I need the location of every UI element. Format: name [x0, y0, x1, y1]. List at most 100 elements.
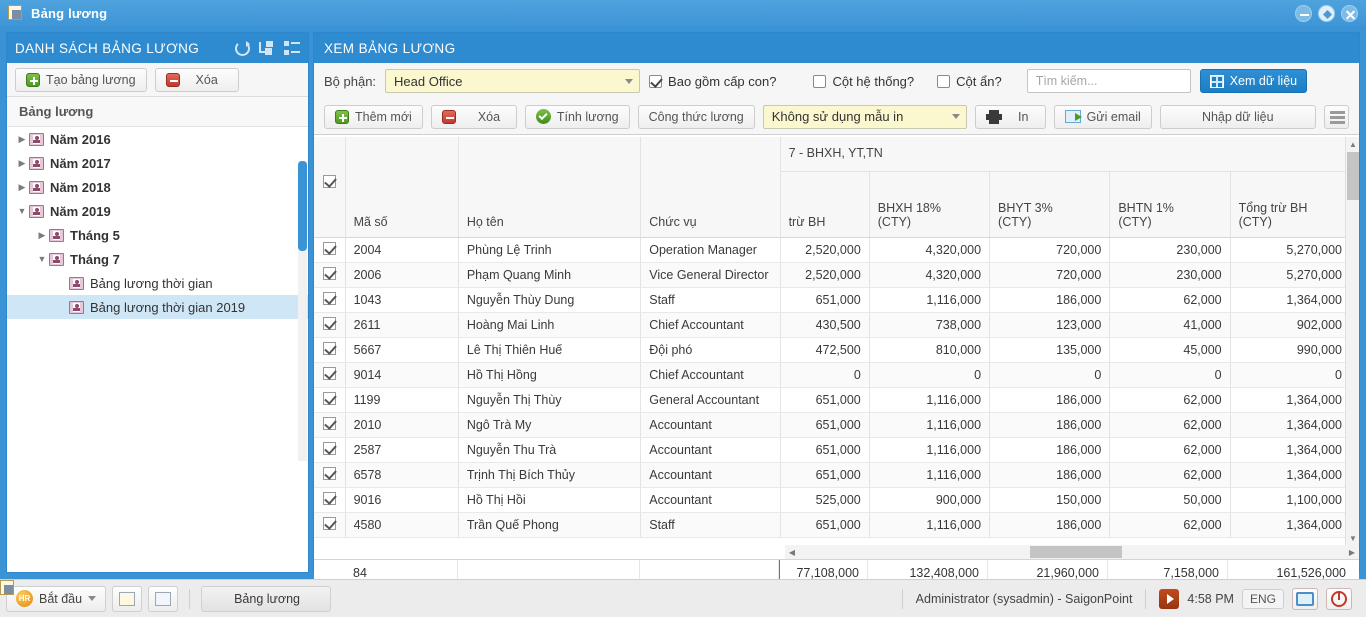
- col-header-code[interactable]: Mã số: [345, 137, 459, 238]
- row-checkbox[interactable]: [314, 387, 346, 413]
- tree-scrollbar[interactable]: [298, 161, 307, 461]
- table-row[interactable]: 2587 Nguyễn Thu Trà Accountant 651,000 1,116…: [314, 437, 1352, 463]
- tree-node[interactable]: ▶ Tháng 5: [7, 223, 308, 247]
- chevron-down-icon[interactable]: ▼: [35, 254, 49, 264]
- chevron-right-icon[interactable]: ▶: [35, 230, 49, 241]
- chevron-right-icon[interactable]: ▶: [15, 182, 29, 193]
- tree-node-label: Tháng 7: [70, 251, 120, 267]
- row-checkbox[interactable]: [314, 312, 346, 338]
- list-shortcut-icon[interactable]: [148, 585, 179, 612]
- power-button[interactable]: [1326, 587, 1352, 610]
- minimize-button[interactable]: [1295, 5, 1312, 22]
- table-row[interactable]: 6578 Trịnh Thị Bích Thủy Accountant 651,000…: [314, 462, 1352, 488]
- view-data-button[interactable]: Xem dữ liệu: [1199, 69, 1308, 93]
- delete-row-button[interactable]: Xóa: [430, 104, 517, 129]
- delete-payroll-button[interactable]: Xóa: [154, 67, 239, 92]
- hidden-columns-checkbox[interactable]: Cột ẩn?: [937, 74, 1002, 89]
- col-header-name[interactable]: Họ tên: [458, 137, 642, 238]
- col-header-bhxh[interactable]: BHXH 18% (CTY): [869, 171, 991, 238]
- tree-node-label: Năm 2017: [50, 155, 111, 171]
- col-header-bhtn[interactable]: BHTN 1% (CTY): [1109, 171, 1231, 238]
- scroll-down-icon[interactable]: ▼: [1346, 531, 1360, 545]
- col-header-bhyt[interactable]: BHYT 3% (CTY): [989, 171, 1111, 238]
- table-row[interactable]: 2004 Phùng Lệ Trinh Operation Manager 2,520…: [314, 237, 1352, 263]
- chevron-right-icon[interactable]: ▶: [15, 158, 29, 169]
- checkbox-icon: [322, 466, 336, 480]
- table-row[interactable]: 4580 Trần Quế Phong Staff 651,000 1,116,000 1…: [314, 512, 1352, 538]
- col-header-position[interactable]: Chức vụ: [640, 137, 781, 238]
- send-email-button[interactable]: Gửi email: [1053, 104, 1152, 129]
- chevron-down-icon[interactable]: ▼: [15, 206, 29, 216]
- print-template-value: Không sử dụng mẫu in: [771, 109, 904, 124]
- table-row[interactable]: 1199 Nguyễn Thị Thùy General Accountant 651…: [314, 387, 1352, 413]
- cell-position: Accountant: [640, 412, 781, 438]
- tree-node[interactable]: ▶ Năm 2018: [7, 175, 308, 199]
- row-checkbox[interactable]: [314, 287, 346, 313]
- monitor-button[interactable]: [1292, 587, 1318, 610]
- col-header-tong[interactable]: Tổng trừ BH (CTY): [1230, 171, 1352, 238]
- cell-name: Trịnh Thị Bích Thủy: [458, 462, 642, 488]
- print-button[interactable]: In: [975, 104, 1046, 129]
- chevron-right-icon[interactable]: ▶: [15, 134, 29, 145]
- search-input[interactable]: Tìm kiếm...: [1026, 69, 1191, 93]
- scroll-left-icon[interactable]: ◀: [785, 545, 799, 559]
- row-checkbox[interactable]: [314, 237, 346, 263]
- scroll-right-icon[interactable]: ▶: [1345, 545, 1359, 559]
- table-row[interactable]: 2010 Ngô Trà My Accountant 651,000 1,116,000…: [314, 412, 1352, 438]
- select-all-header[interactable]: [314, 137, 346, 238]
- table-row[interactable]: 9016 Hồ Thị Hồi Accountant 525,000 900,000 15…: [314, 487, 1352, 513]
- row-checkbox[interactable]: [314, 262, 346, 288]
- tree-node[interactable]: Bảng lương thời gian: [7, 271, 308, 295]
- table-row[interactable]: 5667 Lê Thị Thiên Huế Đội phó 472,500 810,00…: [314, 337, 1352, 363]
- tree-node[interactable]: ▶ Năm 2017: [7, 151, 308, 175]
- table-row[interactable]: 1043 Nguyễn Thùy Dung Staff 651,000 1,116,00…: [314, 287, 1352, 313]
- close-button[interactable]: [1341, 5, 1358, 22]
- window-title: Bảng lương: [31, 5, 108, 21]
- tree-node[interactable]: ▶ Năm 2016: [7, 127, 308, 151]
- language-indicator[interactable]: ENG: [1241, 588, 1284, 609]
- cell-bhtn: 41,000: [1109, 312, 1231, 338]
- add-new-button[interactable]: Thêm mới: [324, 104, 423, 129]
- payroll-tree[interactable]: ▶ Năm 2016 ▶ Năm 2017 ▶ Năm 2018 ▼ Năm 2019 ▶ Thá…: [7, 127, 308, 570]
- start-button[interactable]: HR Bắt đầu: [6, 585, 107, 612]
- refresh-icon[interactable]: [235, 40, 250, 56]
- salary-formula-button[interactable]: Công thức lương: [637, 104, 755, 129]
- include-children-checkbox[interactable]: Bao gồm cấp con?: [649, 74, 776, 89]
- restore-button[interactable]: [1318, 5, 1335, 22]
- tree-node[interactable]: ▼ Năm 2019: [7, 199, 308, 223]
- grid-horizontal-scrollbar[interactable]: ◀ ▶: [785, 545, 1359, 559]
- grid-vertical-scrollbar[interactable]: ▲ ▼: [1345, 137, 1359, 545]
- collapse-all-icon[interactable]: [259, 41, 275, 55]
- scroll-thumb[interactable]: [1347, 152, 1359, 200]
- department-select[interactable]: Head Office: [385, 69, 641, 93]
- col-header-trubh[interactable]: trừ BH: [779, 171, 870, 238]
- create-payroll-button[interactable]: Tạo bảng lương: [15, 67, 147, 92]
- cell-trubh: 2,520,000: [779, 237, 870, 263]
- row-checkbox[interactable]: [314, 437, 346, 463]
- report-shortcut-icon[interactable]: [112, 585, 143, 612]
- row-checkbox[interactable]: [314, 337, 346, 363]
- scroll-up-icon[interactable]: ▲: [1346, 137, 1360, 151]
- calculate-salary-button[interactable]: Tính lương: [524, 104, 630, 129]
- table-row[interactable]: 2006 Phạm Quang Minh Vice General Director…: [314, 262, 1352, 288]
- system-columns-checkbox[interactable]: Cột hệ thống?: [813, 74, 914, 89]
- expand-all-icon[interactable]: [284, 41, 300, 55]
- row-checkbox[interactable]: [314, 362, 346, 388]
- row-checkbox[interactable]: [314, 512, 346, 538]
- checkbox-icon: [322, 266, 336, 280]
- hamburger-menu-icon[interactable]: [1323, 104, 1350, 129]
- print-template-select[interactable]: Không sử dụng mẫu in: [762, 104, 968, 129]
- import-data-button[interactable]: Nhập dữ liệu: [1159, 104, 1316, 129]
- table-row[interactable]: 2611 Hoàng Mai Linh Chief Accountant 430,50…: [314, 312, 1352, 338]
- tree-node[interactable]: Bảng lương thời gian 2019: [7, 295, 308, 319]
- row-checkbox[interactable]: [314, 412, 346, 438]
- row-checkbox[interactable]: [314, 462, 346, 488]
- cell-trubh: 0: [779, 362, 870, 388]
- media-icon[interactable]: [1159, 588, 1180, 609]
- row-checkbox[interactable]: [314, 487, 346, 513]
- task-item-payroll[interactable]: Bảng lương: [0, 580, 332, 612]
- tree-node[interactable]: ▼ Tháng 7: [7, 247, 308, 271]
- cell-name: Hồ Thị Hồi: [458, 487, 642, 513]
- table-row[interactable]: 9014 Hồ Thị Hồng Chief Accountant 0 0 0 0 0: [314, 362, 1352, 388]
- scroll-thumb-horizontal[interactable]: [1030, 546, 1122, 558]
